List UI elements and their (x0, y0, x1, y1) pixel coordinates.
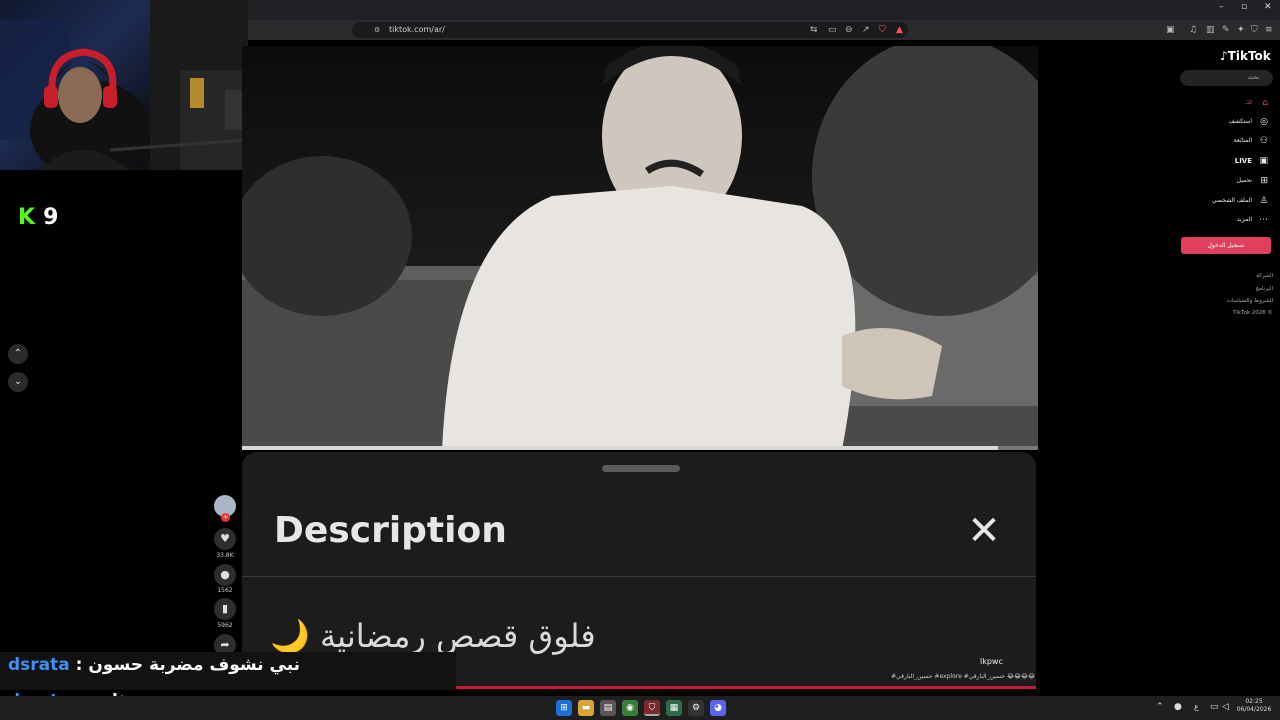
reading-icon[interactable]: ▥ (1206, 23, 1215, 37)
pencil-icon[interactable]: ✎ (1222, 23, 1230, 37)
comment-icon: ● (220, 568, 230, 581)
heart-icon: ♥ (220, 532, 230, 545)
rewards-icon[interactable]: ▲ (896, 23, 903, 37)
microphone-icon[interactable]: ● (1174, 702, 1182, 712)
clock-date: 06/04/2026 (1236, 706, 1272, 713)
following-icon: ⚇ (1259, 136, 1268, 146)
login-button[interactable]: تسجيل الدخول (1181, 237, 1271, 254)
nav-label: LIVE (1234, 157, 1252, 165)
profile-icon: ♙ (1259, 196, 1268, 206)
chevron-up-icon: ⌃ (13, 348, 23, 359)
live-icon: ▣ (1259, 156, 1268, 166)
video-player[interactable] (242, 46, 1038, 450)
nav-explore[interactable]: استكشف ◎ (1184, 115, 1270, 129)
creator-username[interactable]: lkpwc (980, 656, 1003, 668)
tiktok-search-input[interactable]: بحث (1180, 70, 1273, 86)
menu-icon[interactable]: ≡ (1265, 23, 1273, 37)
discord-icon[interactable]: ◕ (710, 700, 726, 716)
share-icon[interactable]: ↗ (862, 23, 870, 37)
bookmark-icon: ▮ (221, 602, 229, 615)
translate-icon[interactable]: ⇆ (810, 23, 818, 37)
spreadsheet-icon[interactable]: ▦ (666, 700, 682, 716)
save-count: 5962 (217, 622, 233, 629)
maximize-icon[interactable]: ▫ (1241, 2, 1247, 12)
close-window-icon[interactable]: ✕ (1264, 2, 1272, 12)
chat-message: dsrata : نبي نشوف مضربة حسون (8, 655, 301, 675)
close-description-button[interactable]: ✕ (962, 510, 1006, 552)
video-frame (242, 46, 1038, 450)
chat-text: نبي نشوف مضربة حسون (88, 655, 301, 675)
like-button[interactable]: ♥ (214, 528, 236, 550)
nav-upload[interactable]: تحميل ⊞ (1184, 174, 1270, 188)
chevron-down-icon: ⌄ (13, 376, 23, 387)
kick-logo-icon: K (18, 205, 36, 230)
save-button[interactable]: ▮ (214, 598, 236, 620)
brave-shield-icon[interactable]: ⛉ (879, 23, 886, 37)
nav-profile[interactable]: الملف الشخصي ♙ (1184, 194, 1270, 208)
browser-title-bar (248, 0, 1280, 20)
nav-label: المزيد (1236, 216, 1252, 223)
footer-link-company[interactable]: الشركة (1180, 271, 1273, 281)
store-icon[interactable]: ▤ (600, 700, 616, 716)
nav-live[interactable]: LIVE ▣ (1184, 154, 1270, 168)
tray-overflow-icon[interactable]: ⌃ (1156, 702, 1164, 712)
nav-label: تحميل (1236, 177, 1252, 184)
windows-taskbar (0, 696, 1280, 720)
follow-plus-icon[interactable]: + (221, 513, 230, 522)
footer-copyright: TikTok 2026 © (1233, 310, 1273, 316)
start-icon[interactable]: ⊞ (556, 700, 572, 716)
nav-following[interactable]: المتابَعة ⚇ (1184, 134, 1270, 148)
nav-label: الملف الشخصي (1212, 197, 1252, 204)
music-icon[interactable]: ♫ (1189, 23, 1197, 37)
nav-label: لك (1245, 99, 1252, 106)
video-progress-fill (242, 446, 999, 450)
more-icon: ⋯ (1259, 215, 1268, 225)
address-url[interactable]: tiktok.com/ar/ (389, 23, 445, 37)
comment-button[interactable]: ● (214, 564, 236, 586)
sidebar-toggle-icon[interactable]: ▣ (1166, 23, 1175, 37)
nav-label: استكشف (1228, 118, 1252, 125)
tiktok-logo[interactable]: ♪TikTok (1220, 48, 1271, 64)
comment-count: 1562 (217, 587, 233, 594)
description-title: Description (274, 510, 507, 551)
home-icon: ⌂ (1262, 98, 1268, 108)
clock-time: 02:25 (1245, 698, 1263, 705)
footer-link-program[interactable]: البرنامج (1180, 284, 1273, 294)
share-arrow-icon: ➦ (220, 638, 230, 651)
zoom-icon[interactable]: ⊖ (845, 23, 853, 37)
site-info-icon[interactable]: ⚙ (374, 23, 380, 37)
close-icon: ✕ (967, 508, 1001, 554)
nav-label: المتابَعة (1233, 137, 1252, 144)
webcam-scene (0, 0, 248, 170)
tiktok-note-icon: ♪ (1220, 49, 1228, 63)
volume-icon[interactable]: ◁ (1222, 702, 1229, 712)
previous-video-button[interactable]: ⌃ (8, 344, 28, 364)
sheet-drag-handle[interactable] (602, 465, 680, 472)
minimize-icon[interactable]: – (1219, 2, 1224, 12)
cast-icon[interactable]: ▭ (828, 23, 837, 37)
shield-icon[interactable]: ⛉ (1251, 23, 1258, 37)
chrome-icon[interactable]: ◉ (622, 700, 638, 716)
chat-username: dsrata (8, 655, 70, 675)
hashtag-line[interactable]: #حسين_البارقي #explore #حسين_البارقي 😂😂😂… (850, 672, 1035, 682)
extensions-icon[interactable]: ✦ (1237, 23, 1245, 37)
upload-icon: ⊞ (1260, 176, 1268, 186)
video-progress-bar[interactable] (242, 446, 1038, 450)
next-video-button[interactable]: ⌄ (8, 372, 28, 392)
compass-icon: ◎ (1260, 117, 1268, 127)
sheet-divider (242, 576, 1036, 577)
kick-viewer-badge: K9 (18, 205, 58, 231)
file-explorer-icon[interactable]: ▬ (578, 700, 594, 716)
brave-icon[interactable]: ⛉ (644, 700, 660, 716)
steam-icon[interactable]: ⚙ (688, 700, 704, 716)
footer-link-terms[interactable]: الشروط والسياسات (1180, 296, 1273, 306)
like-count: 33.8K (216, 552, 234, 559)
nav-more[interactable]: المزيد ⋯ (1184, 213, 1270, 227)
language-icon[interactable]: ع (1194, 702, 1199, 711)
system-clock[interactable]: 02:25 06/04/2026 (1232, 698, 1276, 714)
streamer-webcam (0, 0, 248, 170)
nav-for-you[interactable]: لك ⌂ (1184, 96, 1270, 110)
viewer-count: 9 (43, 205, 59, 230)
network-icon[interactable]: ▭ (1210, 702, 1219, 712)
